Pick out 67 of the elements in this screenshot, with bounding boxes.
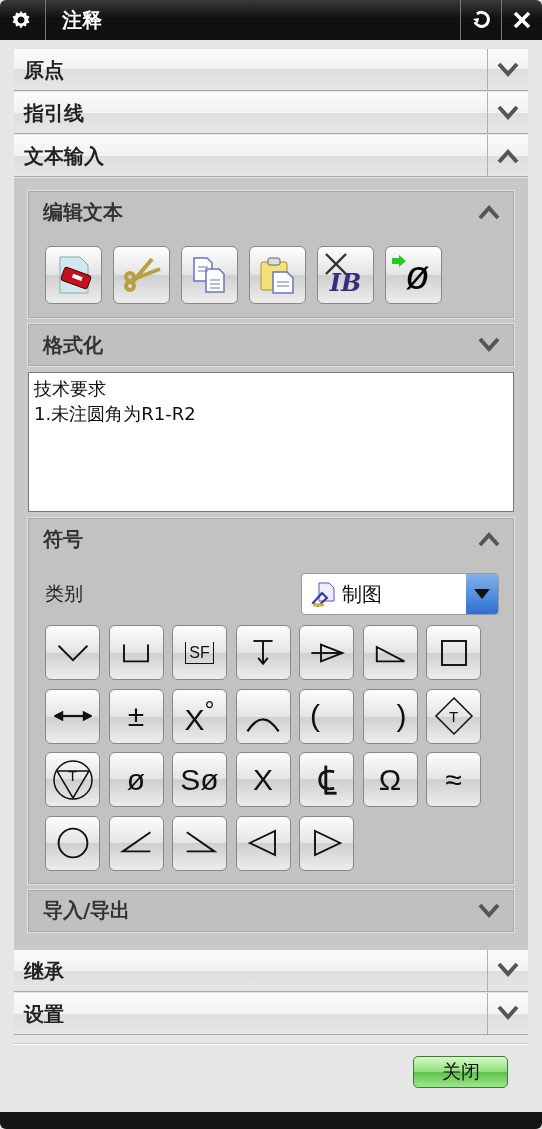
symbol-button[interactable]: T xyxy=(45,752,100,807)
symbol-button[interactable] xyxy=(235,625,291,680)
text-area[interactable]: 技术要求 1.未注圆角为R1-R2 xyxy=(28,372,514,512)
symbol-button[interactable]: SF xyxy=(172,625,227,680)
collapse-chevron-icon[interactable] xyxy=(477,531,501,547)
expand-chevron-icon[interactable] xyxy=(496,1005,520,1021)
scissors-icon xyxy=(121,255,162,295)
symbol-button[interactable] xyxy=(299,815,354,871)
symbol-button[interactable] xyxy=(45,815,100,871)
section-title: 文本输入 xyxy=(23,143,105,170)
section-title: 继承 xyxy=(22,957,65,985)
symbol-button[interactable]: Ω xyxy=(362,752,418,807)
section-header[interactable]: 文本输入 xyxy=(14,135,528,177)
symbol-button[interactable]: ) xyxy=(362,688,418,744)
group-header[interactable]: 符号 xyxy=(29,519,513,559)
section-header[interactable]: 继承 xyxy=(14,949,528,992)
diamond-icon xyxy=(433,696,474,736)
category-dropdown[interactable]: 制图 xyxy=(301,573,499,615)
section-header[interactable]: 指引线 xyxy=(14,92,528,134)
drafting-icon xyxy=(310,581,336,607)
symbol-button[interactable] xyxy=(235,688,291,744)
group-title: 符号 xyxy=(43,525,84,553)
tool-button[interactable]: ø xyxy=(385,246,442,304)
symbol-button[interactable]: X xyxy=(235,752,291,807)
group-title: 编辑文本 xyxy=(43,198,124,226)
group-title: 导入/导出 xyxy=(43,897,132,924)
section-header[interactable]: 设置 xyxy=(14,992,528,1035)
symbol-button[interactable] xyxy=(299,752,354,807)
symbol-button[interactable] xyxy=(45,688,100,744)
collapse-chevron-icon[interactable] xyxy=(477,204,501,220)
symbol-button[interactable]: ø xyxy=(108,752,164,807)
symbol-button[interactable] xyxy=(172,815,227,871)
group-header[interactable]: 编辑文本 xyxy=(29,192,513,232)
symbol-button[interactable]: X$^{°}$ xyxy=(172,688,227,744)
category-label: 类别 xyxy=(45,581,83,606)
section-title: 设置 xyxy=(22,1000,65,1028)
symbol-button[interactable]: ≈ xyxy=(426,752,481,807)
symbol-button[interactable] xyxy=(108,625,164,680)
symbol-button[interactable]: Sø xyxy=(172,752,227,807)
expand-chevron-icon[interactable] xyxy=(477,337,501,353)
window-title: 注释 xyxy=(45,0,460,40)
collapse-chevron-icon[interactable] xyxy=(496,147,520,164)
symbol-button[interactable] xyxy=(235,815,291,871)
close-button[interactable]: 关闭 xyxy=(413,1055,508,1088)
expand-chevron-icon[interactable] xyxy=(496,962,520,978)
expand-chevron-icon[interactable] xyxy=(477,902,501,919)
gear-icon[interactable] xyxy=(11,10,31,30)
expand-chevron-icon[interactable] xyxy=(496,61,520,78)
section-header[interactable]: 原点 xyxy=(14,49,528,91)
arc-icon xyxy=(246,717,280,733)
tool-button[interactable] xyxy=(45,246,102,304)
symbol-button[interactable] xyxy=(299,625,354,680)
section-title: 原点 xyxy=(23,57,65,84)
double-arrow-icon xyxy=(53,709,92,723)
arrow-icon xyxy=(392,255,406,267)
expand-chevron-icon[interactable] xyxy=(496,104,520,121)
symbol-button[interactable]: ± xyxy=(108,688,164,744)
symbol-button[interactable]: ( xyxy=(299,688,354,744)
symbol-button[interactable] xyxy=(426,625,481,680)
symbol-button[interactable] xyxy=(45,625,100,680)
dropdown-arrow-icon[interactable] xyxy=(474,589,490,599)
section-title: 指引线 xyxy=(22,100,85,127)
group-title: 格式化 xyxy=(43,331,104,359)
tool-button[interactable]: IB xyxy=(317,246,374,304)
symbol-button[interactable]: T xyxy=(426,688,481,744)
symbol-button[interactable] xyxy=(108,815,164,871)
symbol-button[interactable] xyxy=(362,625,418,680)
